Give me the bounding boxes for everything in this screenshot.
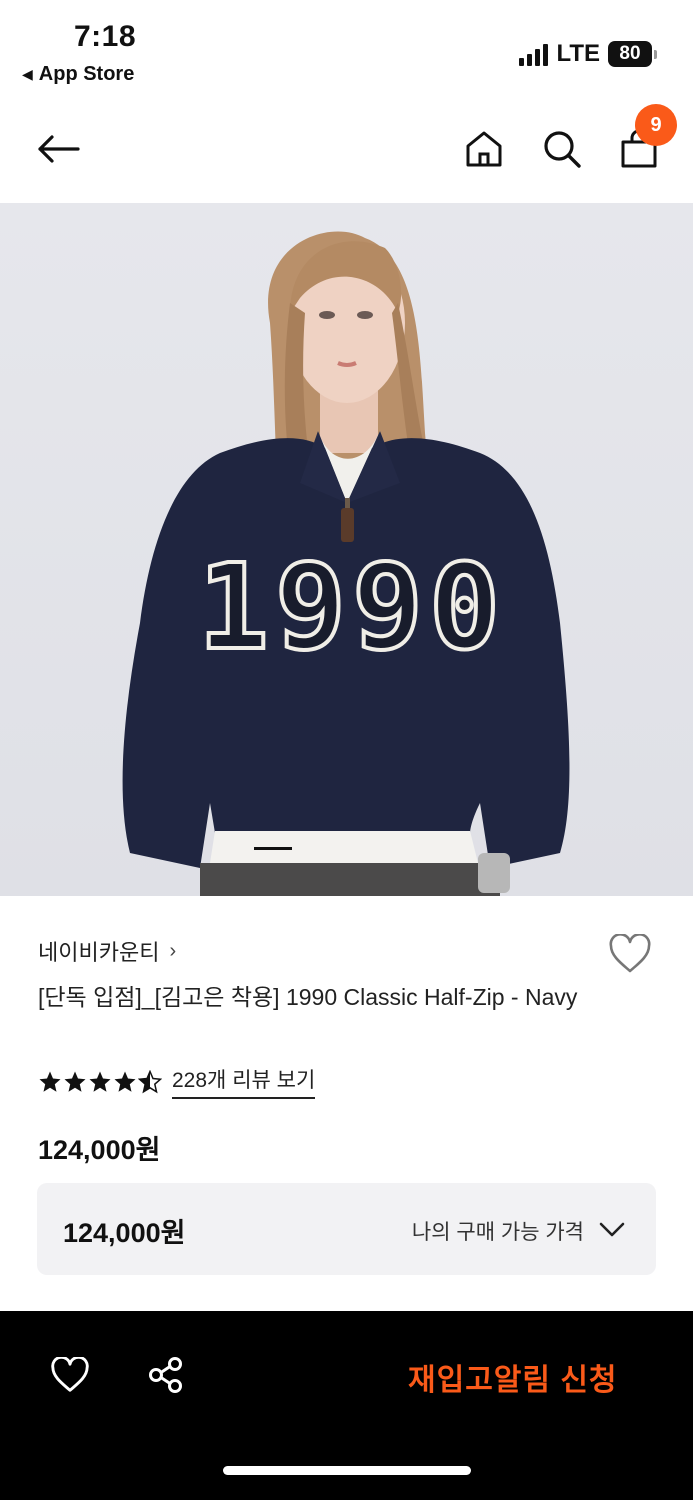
share-button[interactable] [144,1353,188,1397]
search-icon [544,131,581,168]
cart-count-badge: 9 [635,104,677,146]
share-icon [149,1357,182,1393]
my-price-value: 124,000원 [63,1218,186,1248]
product-price: 124,000원 [38,1135,161,1165]
wishlist-button[interactable] [606,932,654,976]
heart-icon [609,934,651,973]
product-photo: 1990 [122,231,570,896]
triangle-left-icon: ◀ [22,66,33,82]
star-icon [89,1071,111,1092]
status-indicators: LTE 80 [519,40,657,68]
my-price-dropdown[interactable]: 124,000원 나의 구매 가능 가격 [37,1183,656,1275]
search-button[interactable] [536,122,588,176]
back-button[interactable] [30,122,86,176]
review-link[interactable]: 228개 리뷰 보기 [172,1064,316,1099]
star-icon [39,1071,61,1092]
back-app-label: App Store [38,63,135,85]
home-icon [466,131,502,167]
header-nav [0,100,693,203]
battery-icon: 80 [608,41,657,67]
back-to-app-store[interactable]: ◀ App Store [22,63,134,86]
brand-link[interactable]: 네이비카운티 › [38,935,176,967]
brand-name: 네이비카운티 [38,940,160,965]
chevron-down-icon [599,1222,625,1237]
chevron-right-icon: › [169,939,177,962]
product-image[interactable]: 1990 [0,203,693,896]
status-time: 7:18 [74,20,137,53]
home-indicator[interactable] [223,1466,471,1475]
star-icon [64,1071,86,1092]
home-button[interactable] [458,122,510,176]
bottom-wishlist-button[interactable] [48,1353,92,1397]
bottom-action-bar: 재입고알림 신청 [0,1311,693,1500]
image-pager-indicator [254,847,292,850]
product-title: [단독 입점]_[김고은 착용] 1990 Classic Half-Zip -… [38,984,578,1010]
signal-icon [519,42,549,66]
back-arrow-icon [38,135,80,163]
rating-row: 228개 리뷰 보기 [38,1064,316,1099]
status-bar: 7:18 ◀ App Store LTE 80 [0,0,693,100]
my-price-label: 나의 구매 가능 가격 [411,1221,584,1244]
battery-level: 80 [608,41,652,67]
star-half-icon [138,1069,162,1093]
star-icon [114,1071,136,1092]
sweatshirt-print: 1990 [198,538,506,676]
heart-icon [51,1357,89,1392]
restock-alert-button[interactable]: 재입고알림 신청 [408,1355,618,1399]
network-type: LTE [556,40,600,67]
star-rating [38,1069,162,1094]
